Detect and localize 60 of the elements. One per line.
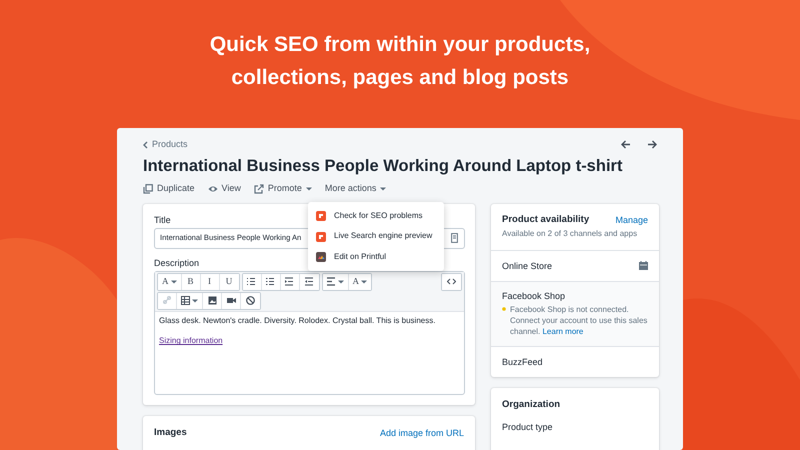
learn-more-link[interactable]: Learn more [542, 326, 584, 336]
card-title: Organization [502, 398, 562, 411]
menu-item[interactable]: Live Search engine preview [308, 226, 444, 247]
manage-link[interactable]: Manage [615, 214, 648, 226]
code-icon [447, 277, 456, 286]
sizing-link[interactable]: Sizing information [159, 336, 223, 347]
toolbar-button[interactable]: A [158, 274, 182, 290]
breadcrumb-link[interactable]: Products [143, 139, 188, 151]
card-title: Product availability [502, 214, 590, 226]
numbered-list-icon [266, 277, 275, 286]
channel-name: BuzzFeed [502, 356, 543, 368]
table-icon [181, 296, 190, 306]
action-button[interactable]: More actions [324, 183, 386, 195]
headline: Quick SEO from within your products, [208, 32, 592, 58]
seo-app-icon [316, 211, 326, 222]
menu-item[interactable]: Edit on Printful [308, 246, 444, 268]
caret-icon [361, 278, 367, 285]
channel-name: Facebook Shop [502, 290, 566, 302]
indent-icon [285, 277, 294, 286]
duplicate-icon [143, 184, 153, 194]
caret-icon [170, 278, 176, 285]
calendar-icon[interactable] [639, 261, 648, 270]
printful-app-icon [316, 252, 326, 262]
headline: collections, pages and blog posts [230, 65, 570, 91]
caret-icon [192, 298, 198, 304]
next-arrow-icon[interactable] [647, 140, 657, 150]
toolbar-button[interactable] [322, 274, 348, 290]
description-text: Glass desk. Newton's cradle. Diversity. Rolodex. Crystal ball. This is business. [159, 316, 436, 326]
page-title: International Business People Working Around Laptop t-shirt [143, 156, 624, 177]
previous-arrow-icon[interactable] [621, 140, 631, 150]
outdent-icon [304, 277, 314, 286]
external-link-icon [254, 184, 264, 194]
channel-note: Facebook Shop is not connected. Connect your account to use this sales channel. Learn more [510, 304, 648, 337]
toolbar-button[interactable] [242, 274, 262, 290]
rich-text-editor[interactable]: A B I U A Glass desk. Newton's cradle. Diversity. Rolodex. Crystal ball. This is business. Sizing information [154, 270, 465, 395]
eye-icon [208, 184, 218, 194]
action-button[interactable]: View [208, 183, 241, 195]
card-subtitle: Available on 2 of 3 channels and apps [502, 228, 638, 240]
channel-name: Online Store [502, 260, 552, 272]
menu-item[interactable]: Check for SEO problems [308, 206, 444, 226]
bulleted-list-icon [247, 277, 256, 286]
card-title: Images [154, 426, 187, 439]
seo-app-icon [316, 232, 326, 242]
video-icon [226, 296, 236, 306]
caret-icon [380, 186, 386, 192]
chevron-left-icon [143, 140, 148, 149]
field-label: Title [154, 214, 171, 226]
clear-format-icon [246, 296, 255, 306]
field-label: Product type [502, 420, 554, 433]
caret-icon [306, 186, 312, 192]
align-left-icon [326, 277, 336, 286]
document-icon [451, 233, 458, 244]
caret-icon [338, 278, 344, 285]
action-button[interactable]: Duplicate [143, 183, 195, 195]
add-image-link[interactable]: Add image from URL [380, 426, 464, 439]
action-button[interactable]: Promote [254, 183, 312, 195]
status-dot-icon [502, 306, 506, 311]
link-icon [162, 296, 172, 306]
field-label: Description [154, 258, 200, 269]
image-icon [208, 296, 216, 306]
